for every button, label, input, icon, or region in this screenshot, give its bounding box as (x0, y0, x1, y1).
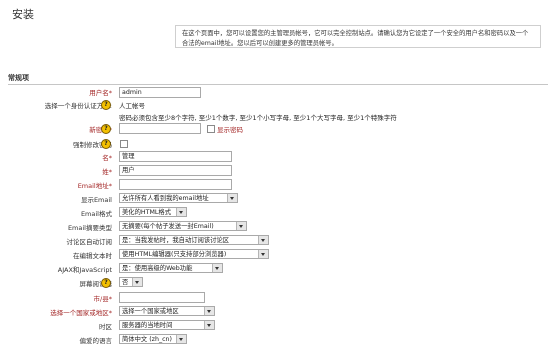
email-format-label: Email格式 (80, 210, 112, 218)
intro-text: 在这个页面中，您可以设置您的主管理员帐号，它可以完全控制站点。请确认您为它设定了… (182, 30, 529, 47)
new-password-label: 新密码* (89, 126, 112, 134)
section-divider (8, 84, 548, 85)
chevron-down-icon (176, 335, 186, 343)
lastname-label: 姓* (102, 168, 112, 176)
digest-label: Email摘要类型 (67, 224, 112, 232)
lastname-input[interactable]: 用户 (119, 165, 232, 176)
autosubscribe-select[interactable]: 是：当我发帖时，我自动订阅该讨论区 (119, 235, 269, 245)
timezone-label: 时区 (99, 323, 112, 331)
username-label: 用户名* (89, 89, 112, 97)
help-icon[interactable]: ? (101, 278, 111, 288)
country-label: 选择一个国家或地区* (50, 309, 112, 317)
force-change-label: 强制修改密码 (73, 141, 112, 149)
reveal-password-checkbox[interactable] (207, 125, 215, 133)
auth-method-value: 人工帐号 (119, 102, 145, 110)
email-display-select[interactable]: 允许所有人看到我的email地址 (119, 193, 238, 203)
chevron-down-icon (258, 236, 268, 244)
chevron-down-icon (132, 278, 142, 286)
chevron-down-icon (212, 264, 222, 272)
reveal-password-label: 显示密码 (217, 126, 243, 134)
screenreader-label: 屏幕阅读器 (79, 280, 113, 288)
chevron-down-icon (236, 222, 246, 230)
ajax-select[interactable]: 是：使用高级的Web功能 (119, 263, 223, 273)
language-select[interactable]: 简体中文 (zh_cn) (119, 334, 187, 344)
email-input[interactable] (119, 179, 232, 190)
password-rules-text: 密码必须包含至少8个字符, 至少1个数字, 至少1个小写字母, 至少1个大写字母… (119, 114, 397, 122)
chevron-down-icon (176, 208, 186, 216)
firstname-input[interactable]: 管理 (119, 151, 232, 162)
email-display-label: 显示Email (80, 196, 112, 204)
chevron-down-icon (258, 250, 268, 258)
email-label: Email地址* (77, 182, 112, 190)
help-icon[interactable]: ? (101, 100, 111, 110)
autosubscribe-label: 讨论区自动订阅 (66, 238, 113, 246)
help-icon[interactable]: ? (101, 139, 111, 149)
help-icon[interactable]: ? (101, 124, 111, 134)
page-title: 安装 (12, 8, 34, 21)
intro-box: 在这个页面中，您可以设置您的主管理员帐号，它可以完全控制站点。请确认您为它设定了… (175, 25, 541, 48)
editor-label: 在编辑文本时 (73, 252, 112, 260)
new-password-input[interactable] (119, 123, 201, 134)
city-input[interactable] (119, 292, 205, 303)
chevron-down-icon (227, 194, 237, 202)
section-header: 常规项 (8, 74, 29, 82)
ajax-label: AJAX和JavaScript (57, 266, 112, 274)
timezone-select[interactable]: 服务器的当地时间 (119, 320, 215, 330)
country-select[interactable]: 选择一个国家或地区 (119, 306, 215, 316)
username-input[interactable]: admin (119, 87, 201, 98)
email-format-select[interactable]: 美化的HTML格式 (119, 207, 187, 217)
auth-method-label: 选择一个身份认证方法: (44, 102, 112, 110)
digest-select[interactable]: 无摘要(每个帖子发送一封Email) (119, 221, 247, 231)
screenreader-select[interactable]: 否 (119, 277, 143, 287)
editor-select[interactable]: 使用HTML编辑器(只支持部分浏览器) (119, 249, 269, 259)
language-label: 偏爱的语言 (79, 337, 113, 345)
force-change-checkbox[interactable] (120, 140, 128, 148)
firstname-label: 名* (102, 154, 112, 162)
city-label: 市/县* (93, 295, 112, 303)
chevron-down-icon (204, 307, 214, 315)
chevron-down-icon (204, 321, 214, 329)
